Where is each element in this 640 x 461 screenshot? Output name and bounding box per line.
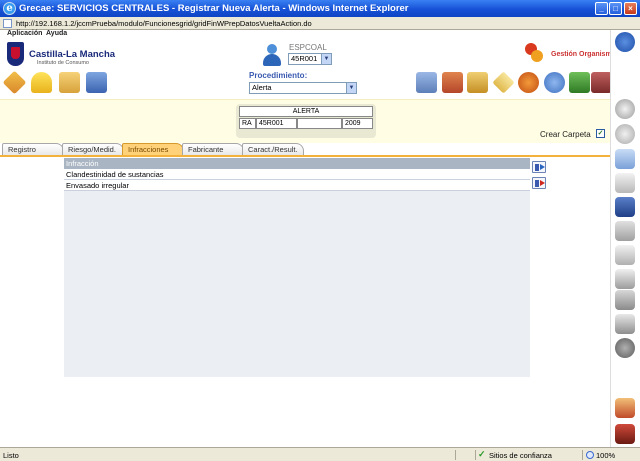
minimize-button[interactable]: _ [595, 2, 608, 15]
exit-icon[interactable] [615, 424, 635, 444]
security-zone-text: Sitios de confianza [489, 451, 552, 460]
save-disk-icon[interactable] [615, 197, 635, 217]
app-header: Castilla-La Mancha Instituto de Consumo … [0, 39, 616, 99]
trusted-zone-check-icon: ✓ [478, 449, 486, 459]
user-icon [262, 44, 282, 66]
puzzle-icon[interactable] [569, 72, 590, 93]
zoom-level[interactable]: 100% [596, 451, 615, 460]
address-bar[interactable]: http://192.168.1.2/jccmPrueba/modulo/Fun… [0, 17, 640, 30]
chevron-down-icon[interactable]: ▼ [346, 83, 356, 93]
lightbulb-icon[interactable] [31, 72, 52, 93]
tools-icon[interactable] [615, 221, 635, 241]
attachment-clip-icon[interactable] [615, 269, 635, 289]
globe-icon[interactable] [518, 72, 539, 93]
print-icon[interactable] [615, 314, 635, 334]
documents-icon[interactable] [615, 173, 635, 193]
back-arrow-icon[interactable] [615, 124, 635, 144]
alerta-year: 2009 [342, 118, 373, 129]
procedimiento-select[interactable]: Alerta ▼ [249, 82, 357, 94]
table-row[interactable]: Envasado irregular [64, 180, 530, 191]
table-row[interactable]: Clandestinidad de sustancias [64, 169, 530, 180]
status-text: Listo [3, 451, 19, 460]
folder-icon[interactable] [59, 72, 80, 93]
grid-header-infraccion: Infracción [64, 158, 530, 169]
status-separator [455, 450, 456, 460]
zoom-icon[interactable] [586, 451, 594, 459]
alerta-number [297, 118, 342, 129]
gear-icon[interactable] [615, 338, 635, 358]
close-button[interactable]: × [624, 2, 637, 15]
status-separator [475, 450, 476, 460]
url-text[interactable]: http://192.168.1.2/jccmPrueba/modulo/Fun… [16, 19, 312, 28]
status-bar: Listo ✓ Sitios de confianza 100% [0, 447, 640, 461]
page-icon [3, 19, 12, 28]
user-name: ESPCOAL [289, 43, 327, 52]
magnifier-icon[interactable] [615, 99, 635, 119]
add-infraccion-button[interactable] [532, 161, 546, 173]
menu-item-aplicacion[interactable]: Aplicación [7, 30, 42, 37]
gestion-organismo-link[interactable]: Gestión Organismo [551, 51, 616, 58]
chevron-down-icon[interactable]: ▼ [321, 54, 331, 64]
user-code-select[interactable]: 45R001 ▼ [288, 53, 332, 65]
castilla-la-mancha-shield-icon [7, 42, 24, 66]
alerta-title: ALERTA [239, 106, 373, 117]
gestion-organismo-icon[interactable] [524, 43, 544, 63]
ie-icon: e [3, 2, 16, 15]
menu-item-ayuda[interactable]: Ayuda [46, 30, 67, 37]
procedimiento-label: Procedimiento: [249, 71, 308, 80]
user-code-value: 45R001 [291, 54, 318, 63]
crear-carpeta-checkbox[interactable]: ✓ [596, 129, 605, 138]
tab-underline [0, 155, 610, 157]
stack-pages-icon[interactable] [615, 149, 635, 169]
alerta-prefix: RA [239, 118, 256, 129]
copy-icon[interactable] [615, 245, 635, 265]
maximize-button[interactable]: □ [609, 2, 622, 15]
remove-infraccion-button[interactable] [532, 177, 546, 189]
book-icon[interactable] [591, 72, 612, 93]
status-separator [582, 450, 583, 460]
print-documents-icon[interactable] [86, 72, 107, 93]
archive-icon[interactable] [467, 72, 488, 93]
alerta-code: 45R001 [256, 118, 297, 129]
crear-carpeta-label: Crear Carpeta [540, 130, 591, 139]
procedimiento-value: Alerta [252, 83, 272, 92]
window-title: Grecae: SERVICIOS CENTRALES - Registrar … [19, 3, 409, 14]
books-icon[interactable] [442, 72, 463, 93]
logo-subtitle: Instituto de Consumo [37, 60, 89, 66]
tag-icon[interactable] [492, 71, 515, 94]
logo-title: Castilla-La Mancha [29, 49, 116, 60]
laptop-icon[interactable] [416, 72, 437, 93]
delete-cross-icon[interactable] [615, 398, 635, 418]
info-icon[interactable] [615, 32, 635, 52]
search-globe-icon[interactable] [544, 72, 565, 93]
window-titlebar: e Grecae: SERVICIOS CENTRALES - Registra… [0, 0, 640, 17]
trash-icon[interactable] [615, 290, 635, 310]
edit-diamond-icon[interactable] [2, 70, 27, 95]
app-menu-bar: Aplicación Ayuda [0, 30, 610, 39]
